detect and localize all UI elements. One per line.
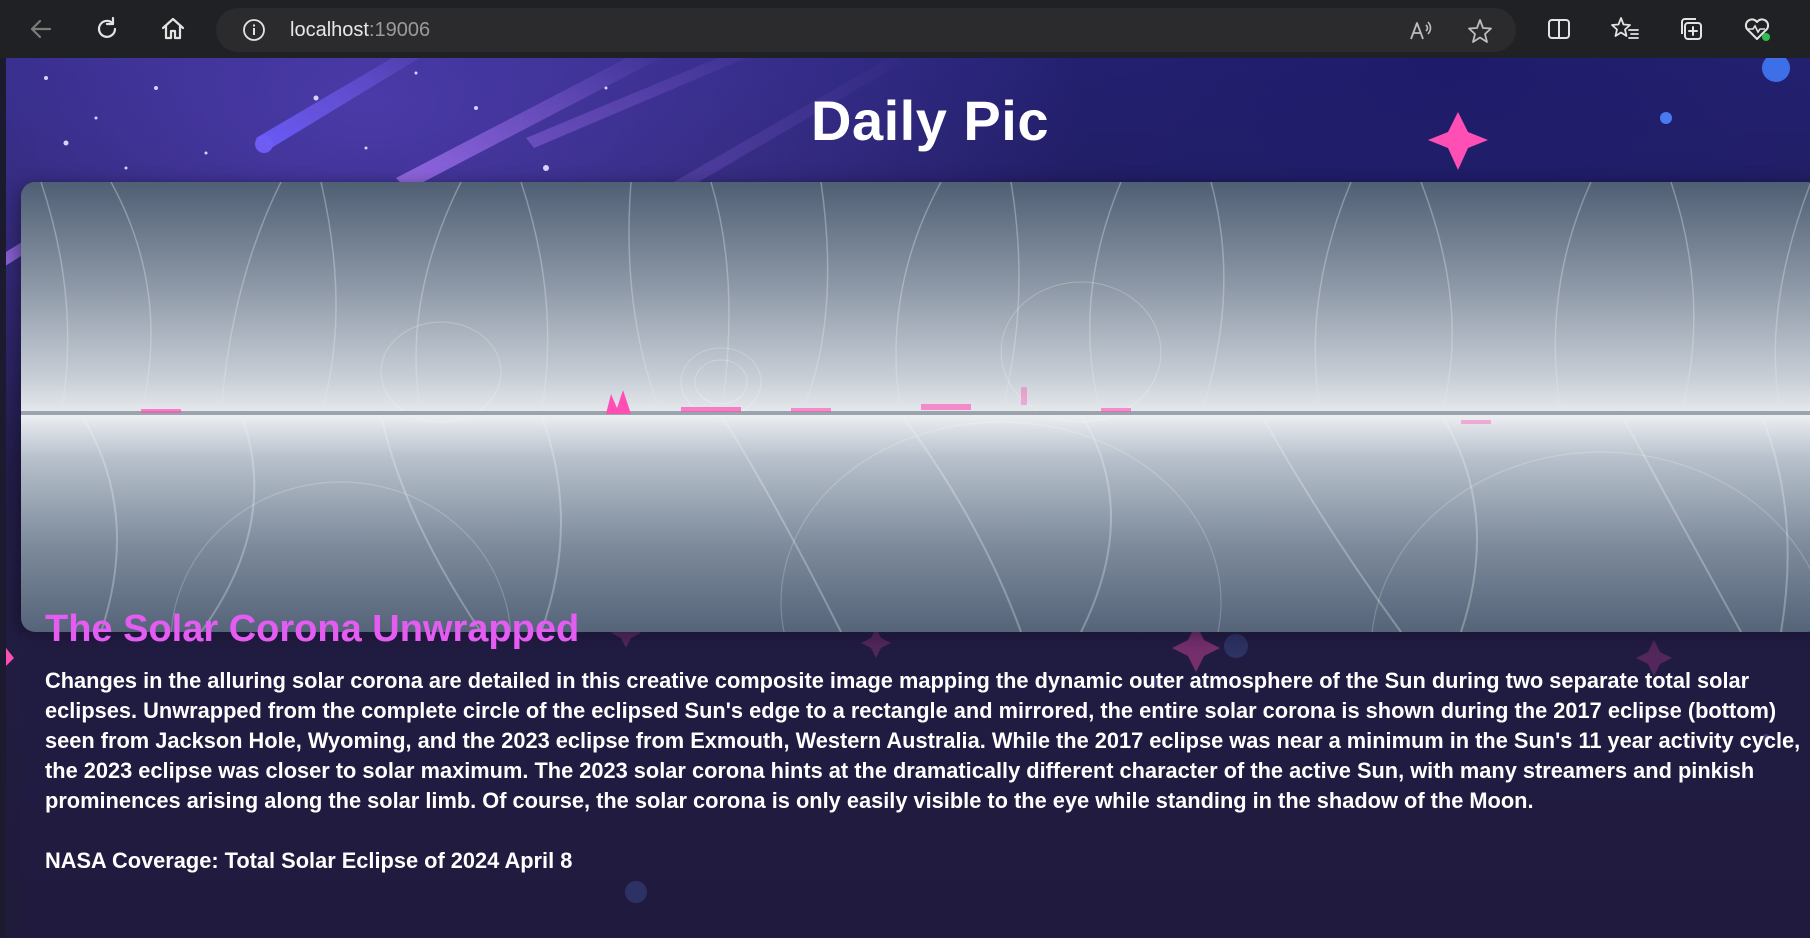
url-port: :19006	[368, 19, 431, 41]
favorites-list-icon	[1611, 17, 1639, 39]
back-button[interactable]	[21, 9, 61, 49]
home-button[interactable]	[153, 9, 193, 49]
browser-toolbar: localhost:19006	[0, 0, 1810, 58]
split-screen-icon	[1548, 19, 1570, 39]
reload-button[interactable]	[87, 9, 127, 49]
read-aloud-icon[interactable]	[1408, 18, 1434, 44]
address-bar[interactable]: localhost:19006	[216, 8, 1516, 52]
url-host: localhost	[290, 19, 369, 41]
corona-image	[21, 182, 1810, 632]
article-headline: The Solar Corona Unwrapped	[45, 608, 580, 650]
reload-icon	[97, 16, 117, 38]
browser-essentials-button[interactable]	[1737, 9, 1777, 49]
article-description: Changes in the alluring solar corona are…	[45, 668, 1801, 813]
collections-button[interactable]	[1671, 9, 1711, 49]
url-text[interactable]: localhost:19006	[290, 8, 430, 52]
favorites-button[interactable]	[1605, 9, 1645, 49]
heart-pulse-icon	[1744, 18, 1770, 41]
article-credit[interactable]: NASA Coverage: Total Solar Eclipse of 20…	[45, 846, 572, 876]
collections-icon	[1681, 18, 1702, 40]
back-arrow-icon	[30, 19, 52, 39]
star-icon[interactable]	[1466, 17, 1494, 45]
info-icon[interactable]	[242, 18, 266, 42]
daily-photo[interactable]	[21, 182, 1810, 632]
split-screen-button[interactable]	[1539, 9, 1579, 49]
page-title: Daily Pic	[811, 89, 1049, 152]
home-icon	[161, 17, 185, 40]
